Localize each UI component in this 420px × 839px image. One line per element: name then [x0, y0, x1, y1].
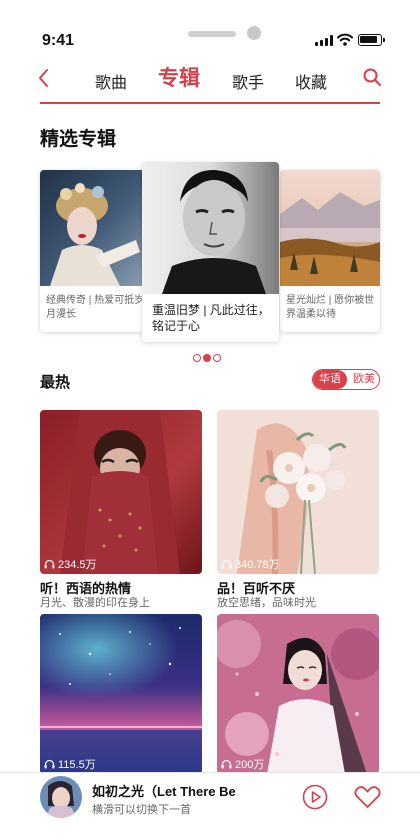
- play-icon[interactable]: [302, 784, 328, 810]
- play-count: 200万: [221, 756, 264, 772]
- album-caption: 星光灿烂 | 愿你被世界温柔以待: [286, 295, 375, 320]
- playlist-subtitle: 月光、散漫的印在身上: [40, 597, 150, 609]
- headphones-icon: [44, 559, 55, 569]
- heart-icon[interactable]: [354, 785, 381, 809]
- album-card-classic-legend[interactable]: 经典传奇 | 热爱可抵岁月漫长: [40, 170, 150, 332]
- play-count-value: 234.5万: [58, 559, 97, 571]
- headphones-icon: [221, 559, 232, 569]
- album-cover-portrait-bw: [142, 162, 279, 294]
- headphones-icon: [221, 759, 232, 769]
- album-caption: 重温旧梦 | 凡此过往，铭记于心: [152, 303, 270, 333]
- album-cover-landscape: [280, 170, 380, 286]
- speaker-grille: [188, 31, 236, 37]
- hot-section-title: 最热: [40, 374, 71, 391]
- album-card-old-dreams[interactable]: 重温旧梦 | 凡此过往，铭记于心: [142, 162, 279, 342]
- playlist-cover-flowers: [217, 410, 379, 574]
- nav-divider: [40, 102, 380, 104]
- player-cover-image: [40, 776, 82, 818]
- featured-albums-title: 精选专辑: [40, 129, 117, 150]
- carousel-pagination: [193, 354, 229, 364]
- play-count-value: 200万: [235, 759, 265, 771]
- player-album-art[interactable]: [40, 776, 82, 818]
- wifi-icon: [337, 33, 353, 46]
- headphones-icon: [44, 759, 55, 769]
- front-camera: [247, 26, 261, 40]
- tab-albums[interactable]: 专辑: [158, 62, 200, 92]
- language-toggle: 华语 欧美: [312, 369, 380, 390]
- language-western[interactable]: 欧美: [347, 370, 379, 389]
- battery-icon: [358, 34, 385, 46]
- play-count-value: 340.78万: [235, 559, 280, 571]
- now-playing-title: 如初之光（Let There Be: [92, 784, 236, 799]
- playlist-tile-evergreen[interactable]: 340.78万: [217, 410, 379, 574]
- playlist-tile-spanish[interactable]: 234.5万: [40, 410, 202, 574]
- play-count: 234.5万: [44, 556, 97, 572]
- album-caption: 经典传奇 | 热爱可抵岁月漫长: [46, 295, 145, 320]
- play-count: 340.78万: [221, 556, 280, 572]
- now-playing-hint: 横滑可以切换下一首: [92, 804, 191, 816]
- search-icon[interactable]: [362, 67, 382, 87]
- album-card-starlight[interactable]: 星光灿烂 | 愿你被世界温柔以待: [280, 170, 380, 332]
- language-chinese[interactable]: 华语: [313, 370, 347, 389]
- album-cover-opera: [40, 170, 150, 286]
- top-navigation: 歌曲 专辑 歌手 收藏: [0, 60, 420, 100]
- back-arrow-icon[interactable]: [36, 67, 52, 89]
- play-count-value: 115.5万: [58, 759, 96, 771]
- tab-favorites[interactable]: 收藏: [295, 69, 327, 93]
- status-time: 9:41: [42, 32, 75, 49]
- signal-icon: [315, 35, 333, 46]
- playlist-subtitle: 放空思绪，品味时光: [217, 597, 316, 609]
- pagination-dot-active[interactable]: [203, 354, 211, 362]
- tab-songs[interactable]: 歌曲: [95, 69, 127, 93]
- status-bar: 9:41: [0, 0, 420, 60]
- pagination-dot[interactable]: [213, 354, 221, 362]
- playlist-tile-night-sky[interactable]: 115.5万: [40, 614, 202, 774]
- play-count: 115.5万: [44, 756, 96, 772]
- playlist-cover-galaxy: [40, 614, 202, 774]
- tab-singers[interactable]: 歌手: [232, 69, 264, 93]
- pagination-dot[interactable]: [193, 354, 201, 362]
- playlist-cover-hanfu: [217, 614, 379, 774]
- playlist-tile-blossom[interactable]: 200万: [217, 614, 379, 774]
- playlist-cover-veil: [40, 410, 202, 574]
